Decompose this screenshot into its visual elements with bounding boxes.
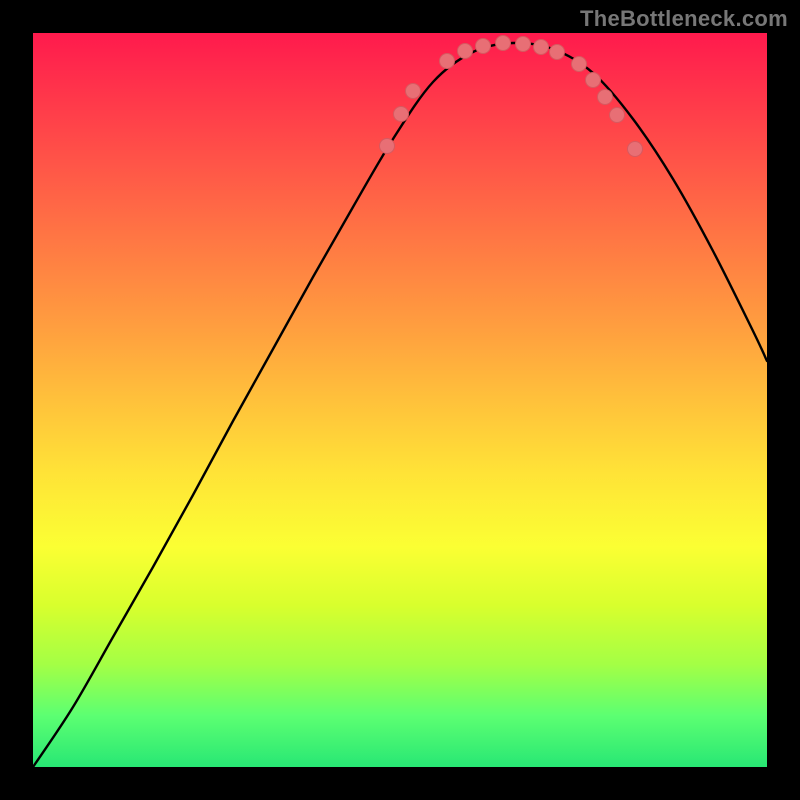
curve-marker-dot [628, 142, 643, 157]
curve-marker-dot [476, 39, 491, 54]
curve-markers-group [380, 36, 643, 157]
chart-frame: TheBottleneck.com [0, 0, 800, 800]
curve-marker-dot [458, 44, 473, 59]
curve-marker-dot [610, 108, 625, 123]
bottleneck-curve-svg [33, 33, 767, 767]
watermark-text: TheBottleneck.com [580, 6, 788, 32]
curve-marker-dot [394, 107, 409, 122]
curve-marker-dot [380, 139, 395, 154]
curve-marker-dot [406, 84, 421, 99]
curve-marker-dot [534, 40, 549, 55]
curve-marker-dot [572, 57, 587, 72]
curve-marker-dot [586, 73, 601, 88]
curve-marker-dot [496, 36, 511, 51]
curve-marker-dot [440, 54, 455, 69]
curve-marker-dot [550, 45, 565, 60]
curve-marker-dot [598, 90, 613, 105]
bottleneck-curve-path [33, 43, 767, 767]
curve-marker-dot [516, 37, 531, 52]
